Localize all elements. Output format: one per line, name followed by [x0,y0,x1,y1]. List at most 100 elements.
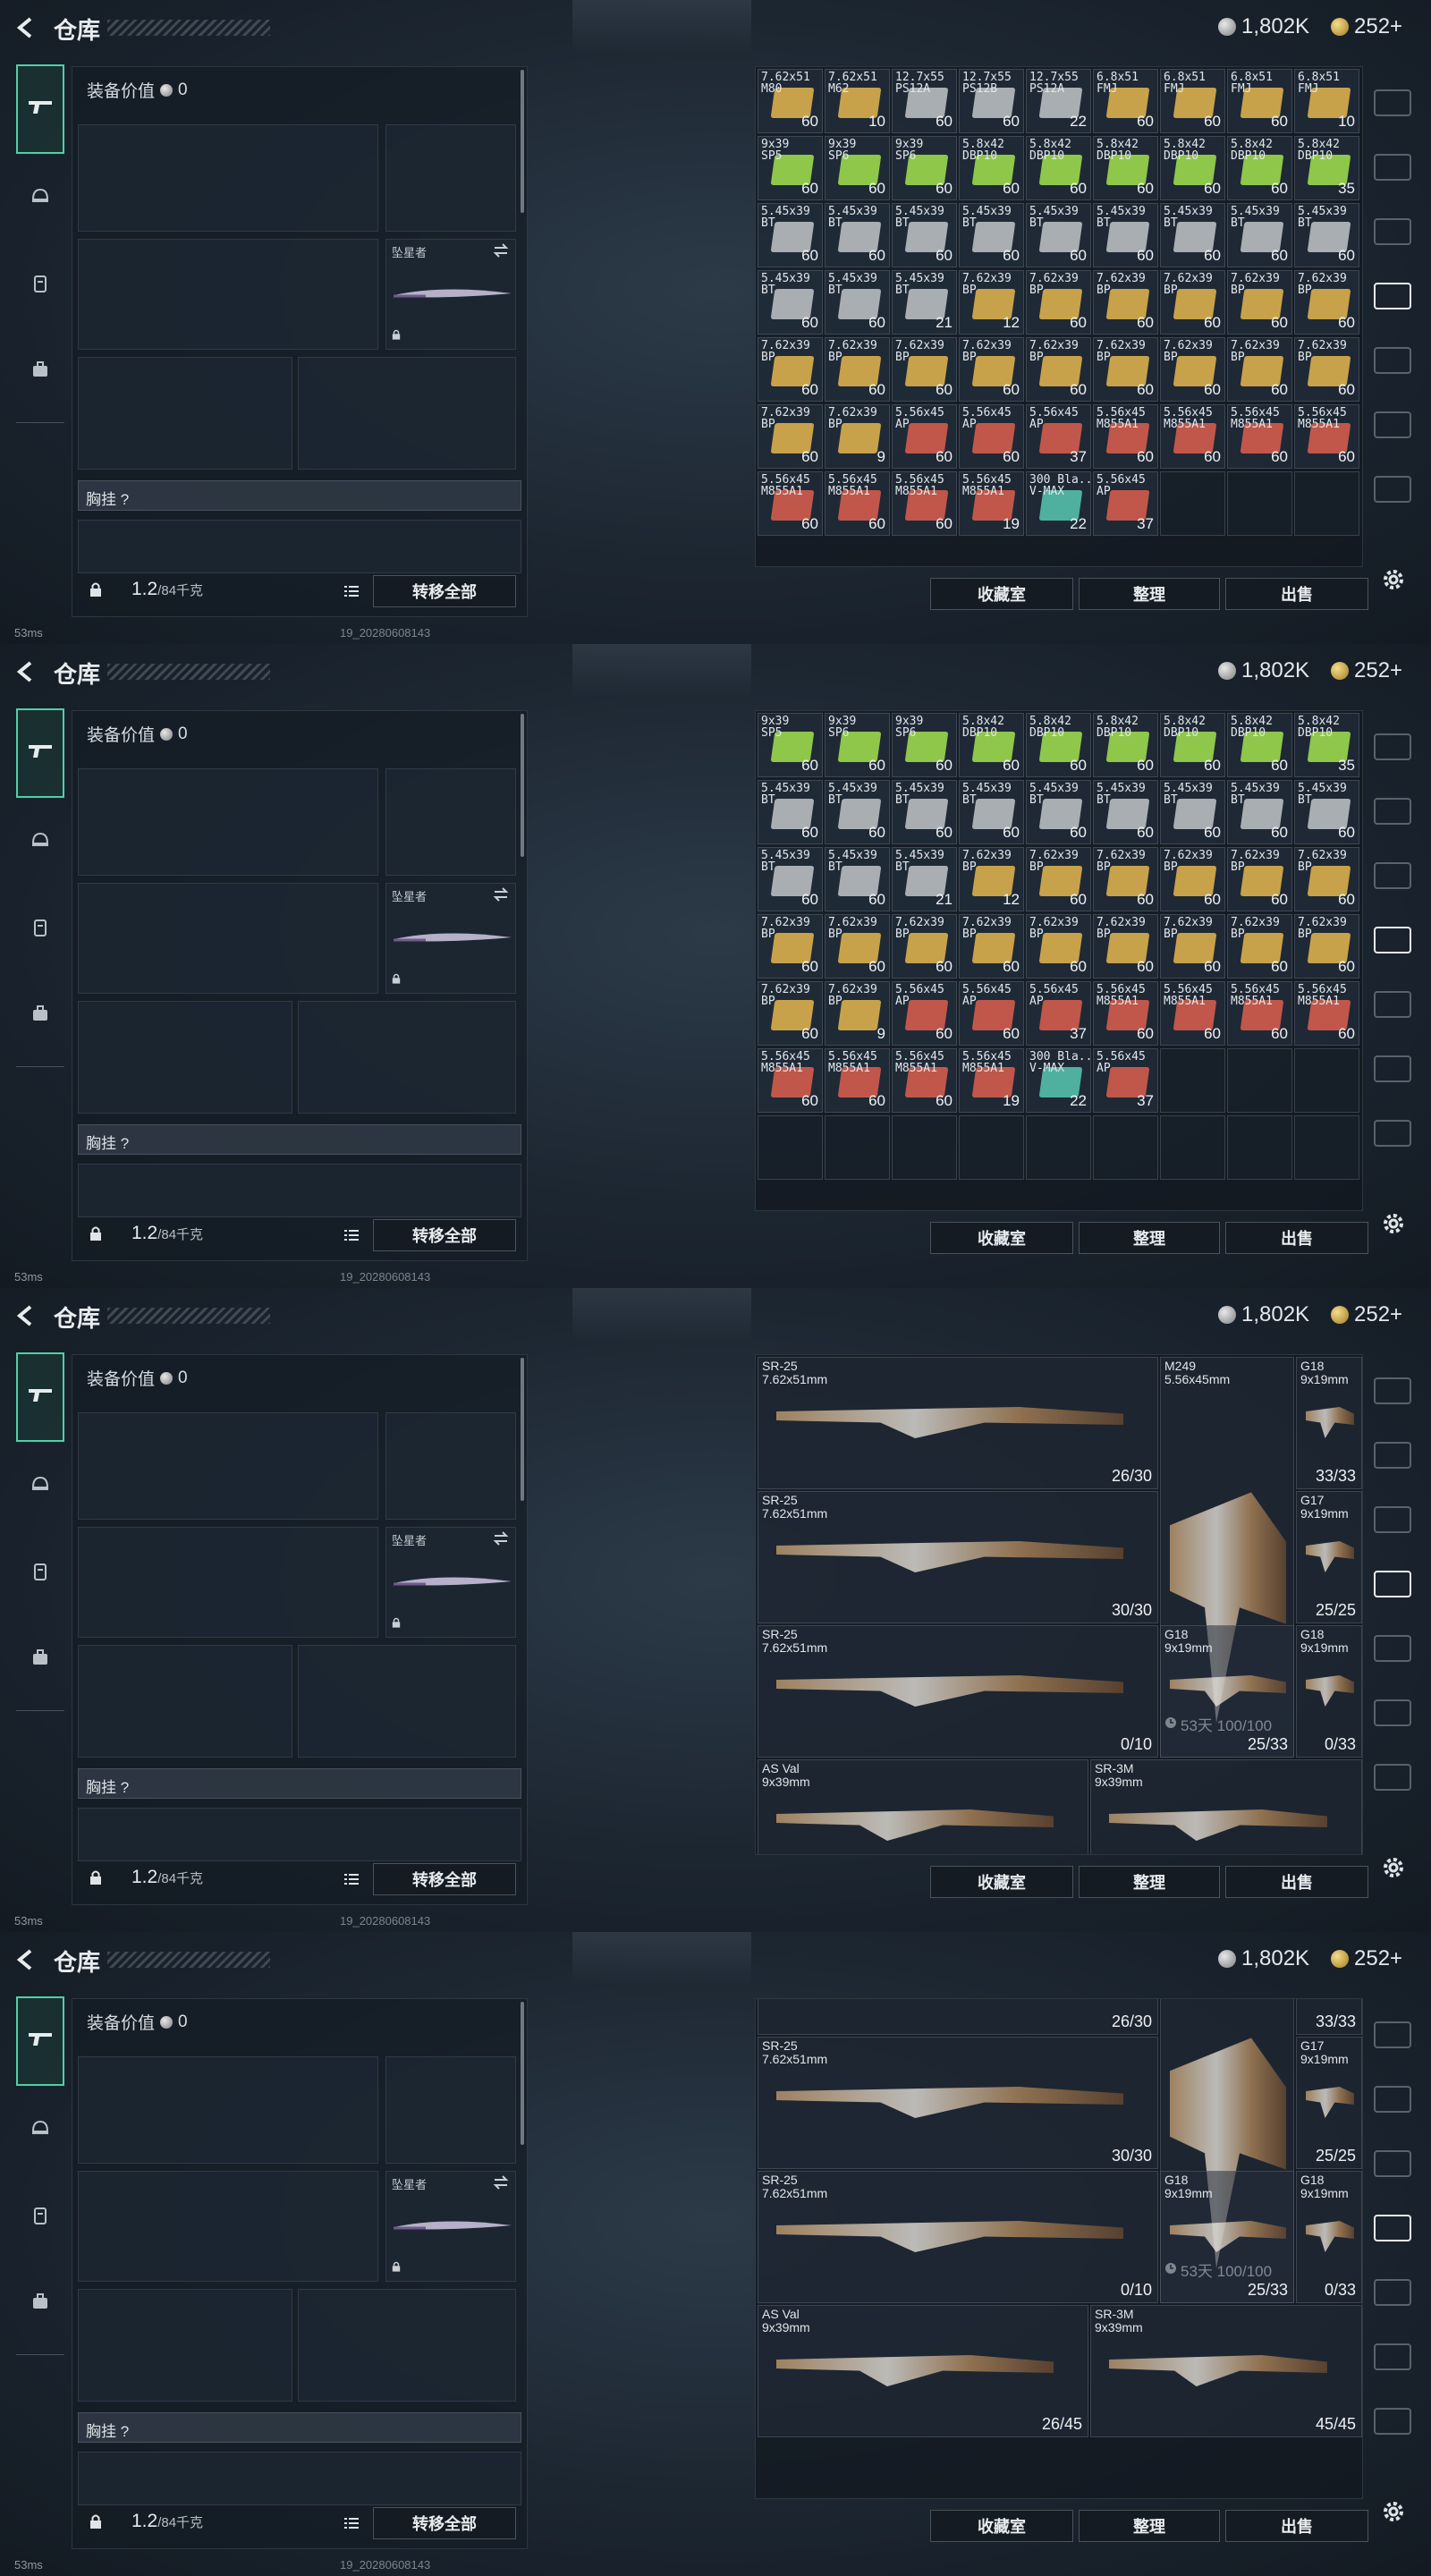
helmet-slot[interactable] [78,1001,292,1114]
back-icon[interactable] [14,16,38,39]
ammo-item[interactable]: 5.8x42 DBP10 60 [1026,713,1091,777]
secondary-weapon-slot[interactable] [78,1527,378,1638]
ammo-item[interactable]: 6.8x51 FMJ 60 [1227,69,1292,133]
ammo-item[interactable]: 7.62x39 BP 60 [758,981,823,1046]
favorites-button[interactable]: 收藏室 [930,2510,1073,2542]
gold-currency[interactable]: 252+ [1331,1302,1402,1327]
ammo-item[interactable]: 5.45x39 BT 60 [1026,780,1091,844]
melee-slot[interactable]: 坠星者 [385,1527,516,1638]
weapon-category-tab[interactable] [16,1996,64,2086]
ammo-item[interactable]: 5.56x45 M855A1 60 [1294,404,1359,469]
ammo-item[interactable]: 5.56x45 AP 37 [1026,981,1091,1046]
primary-weapon-slot[interactable] [78,124,378,232]
ammo-item[interactable]: 7.62x39 BP 60 [892,914,957,979]
ammo-item[interactable]: 5.56x45 M855A1 60 [1160,404,1225,469]
equipment-scrollbar[interactable] [521,1358,524,1501]
ammo-item[interactable]: 5.56x45 M855A1 60 [1093,404,1158,469]
weapon-item[interactable]: AS Val 9x39mm [758,1759,1088,1854]
storage-tab-icon[interactable] [1374,2086,1411,2113]
storage-tab-icon[interactable] [1374,1055,1411,1082]
favorites-button[interactable]: 收藏室 [930,1866,1073,1898]
storage-tab-icon[interactable] [1374,862,1411,889]
melee-slot[interactable]: 坠星者 [385,883,516,994]
ammo-item[interactable]: 5.56x45 M855A1 60 [758,471,823,536]
weapon-item[interactable]: SR-25 7.62x51mm 0/10 [758,2171,1158,2303]
settings-gear-icon[interactable] [1381,567,1406,597]
ammo-item[interactable]: 7.62x39 BP 60 [1093,270,1158,335]
ammo-item[interactable]: 7.62x39 BP 12 [959,270,1024,335]
pistol-slot[interactable] [385,768,516,876]
ammo-item[interactable]: 5.56x45 AP 37 [1093,1048,1158,1113]
ammo-item[interactable]: 5.56x45 M855A1 60 [892,1048,957,1113]
weapon-category-tab[interactable] [16,1352,64,1442]
ammo-item[interactable]: 5.8x42 DBP10 35 [1294,713,1359,777]
swap-icon[interactable] [492,243,510,262]
empty-cell[interactable] [1160,1115,1225,1180]
ammo-item[interactable]: 6.8x51 FMJ 60 [1160,69,1225,133]
ammo-item[interactable]: 9x39 SP5 60 [758,136,823,200]
ammo-item[interactable]: 7.62x39 BP 9 [825,404,890,469]
chest-rig-slot[interactable] [78,520,521,573]
ammo-item[interactable]: 6.8x51 FMJ 10 [1294,69,1359,133]
favorites-button[interactable]: 收藏室 [930,578,1073,610]
weapon-item[interactable]: G17 9x19mm 25/25 [1296,1491,1362,1623]
gold-currency[interactable]: 252+ [1331,1946,1402,1971]
storage-tab-icon[interactable] [1374,476,1411,503]
ammo-item[interactable]: 5.8x42 DBP10 60 [1026,136,1091,200]
lock-icon[interactable] [87,1868,105,1891]
storage-tab-icon[interactable] [1374,1635,1411,1662]
list-icon[interactable] [343,582,360,605]
empty-cell[interactable] [1160,1048,1225,1113]
ammo-item[interactable]: 5.56x45 AP 60 [959,404,1024,469]
ammo-item[interactable]: 7.62x39 BP 60 [825,914,890,979]
ammo-item[interactable]: 5.8x42 DBP10 60 [959,136,1024,200]
weapon-item[interactable]: G18 9x19mm 33/33 [1296,1357,1362,1489]
ammo-item[interactable]: 5.8x42 DBP10 35 [1294,136,1359,200]
storage-tab-icon[interactable] [1374,2021,1411,2048]
ammo-item[interactable]: 5.45x39 BT 60 [825,203,890,267]
ammo-item[interactable]: 9x39 SP6 60 [825,136,890,200]
ammo-item[interactable]: 7.62x39 BP 60 [1026,337,1091,402]
weapon-item[interactable]: 26/30 [758,1999,1158,2035]
helmet-slot[interactable] [78,357,292,470]
empty-cell[interactable] [1227,471,1292,536]
list-icon[interactable] [343,1870,360,1893]
storage-tab-icon[interactable] [1374,2215,1411,2241]
armor-slot[interactable] [298,2289,516,2402]
ammo-item[interactable]: 5.8x42 DBP10 60 [959,713,1024,777]
helmet-category-tab[interactable] [20,821,61,862]
storage-tab-icon[interactable] [1374,218,1411,245]
ammo-item[interactable]: 7.62x39 BP 60 [758,404,823,469]
ammo-item[interactable]: 5.8x42 DBP10 60 [1093,713,1158,777]
weapon-item[interactable]: G18 9x19mm 0/33 [1296,1625,1362,1758]
primary-weapon-slot[interactable] [78,1412,378,1520]
storage-tab-icon[interactable] [1374,1506,1411,1533]
transfer-all-button[interactable]: 转移全部 [373,2507,516,2539]
secondary-weapon-slot[interactable] [78,2171,378,2282]
storage-tab-icon[interactable] [1374,283,1411,309]
ammo-item[interactable]: 5.56x45 AP 37 [1093,471,1158,536]
ammo-item[interactable]: 5.45x39 BT 60 [758,780,823,844]
ammo-item[interactable]: 5.56x45 M855A1 60 [1227,981,1292,1046]
weapon-item[interactable]: SR-25 7.62x51mm 30/30 [758,2037,1158,2169]
equipment-scrollbar[interactable] [521,2002,524,2145]
sell-button[interactable]: 出售 [1225,2510,1368,2542]
ammo-item[interactable]: 5.56x45 M855A1 60 [1160,981,1225,1046]
empty-cell[interactable] [892,1115,957,1180]
ammo-item[interactable]: 5.45x39 BT 60 [758,270,823,335]
ammo-item[interactable]: 5.56x45 AP 60 [959,981,1024,1046]
weapon-item[interactable]: SR-3M 9x39mm [1090,1759,1362,1854]
ammo-item[interactable]: 7.62x39 BP 9 [825,981,890,1046]
empty-cell[interactable] [1093,1115,1158,1180]
ammo-item[interactable]: 7.62x39 BP 60 [1294,337,1359,402]
ammo-item[interactable]: 12.7x55 PS12B 60 [959,69,1024,133]
lock-icon[interactable] [87,2512,105,2535]
storage-tab-icon[interactable] [1374,89,1411,116]
pistol-slot[interactable] [385,2056,516,2164]
ammo-item[interactable]: 7.62x39 BP 60 [1227,847,1292,911]
helmet-slot[interactable] [78,2289,292,2402]
helmet-category-tab[interactable] [20,177,61,218]
ammo-item[interactable]: 9x39 SP6 60 [892,136,957,200]
ammo-item[interactable]: 5.8x42 DBP10 60 [1093,136,1158,200]
ammo-item[interactable]: 5.8x42 DBP10 60 [1160,713,1225,777]
